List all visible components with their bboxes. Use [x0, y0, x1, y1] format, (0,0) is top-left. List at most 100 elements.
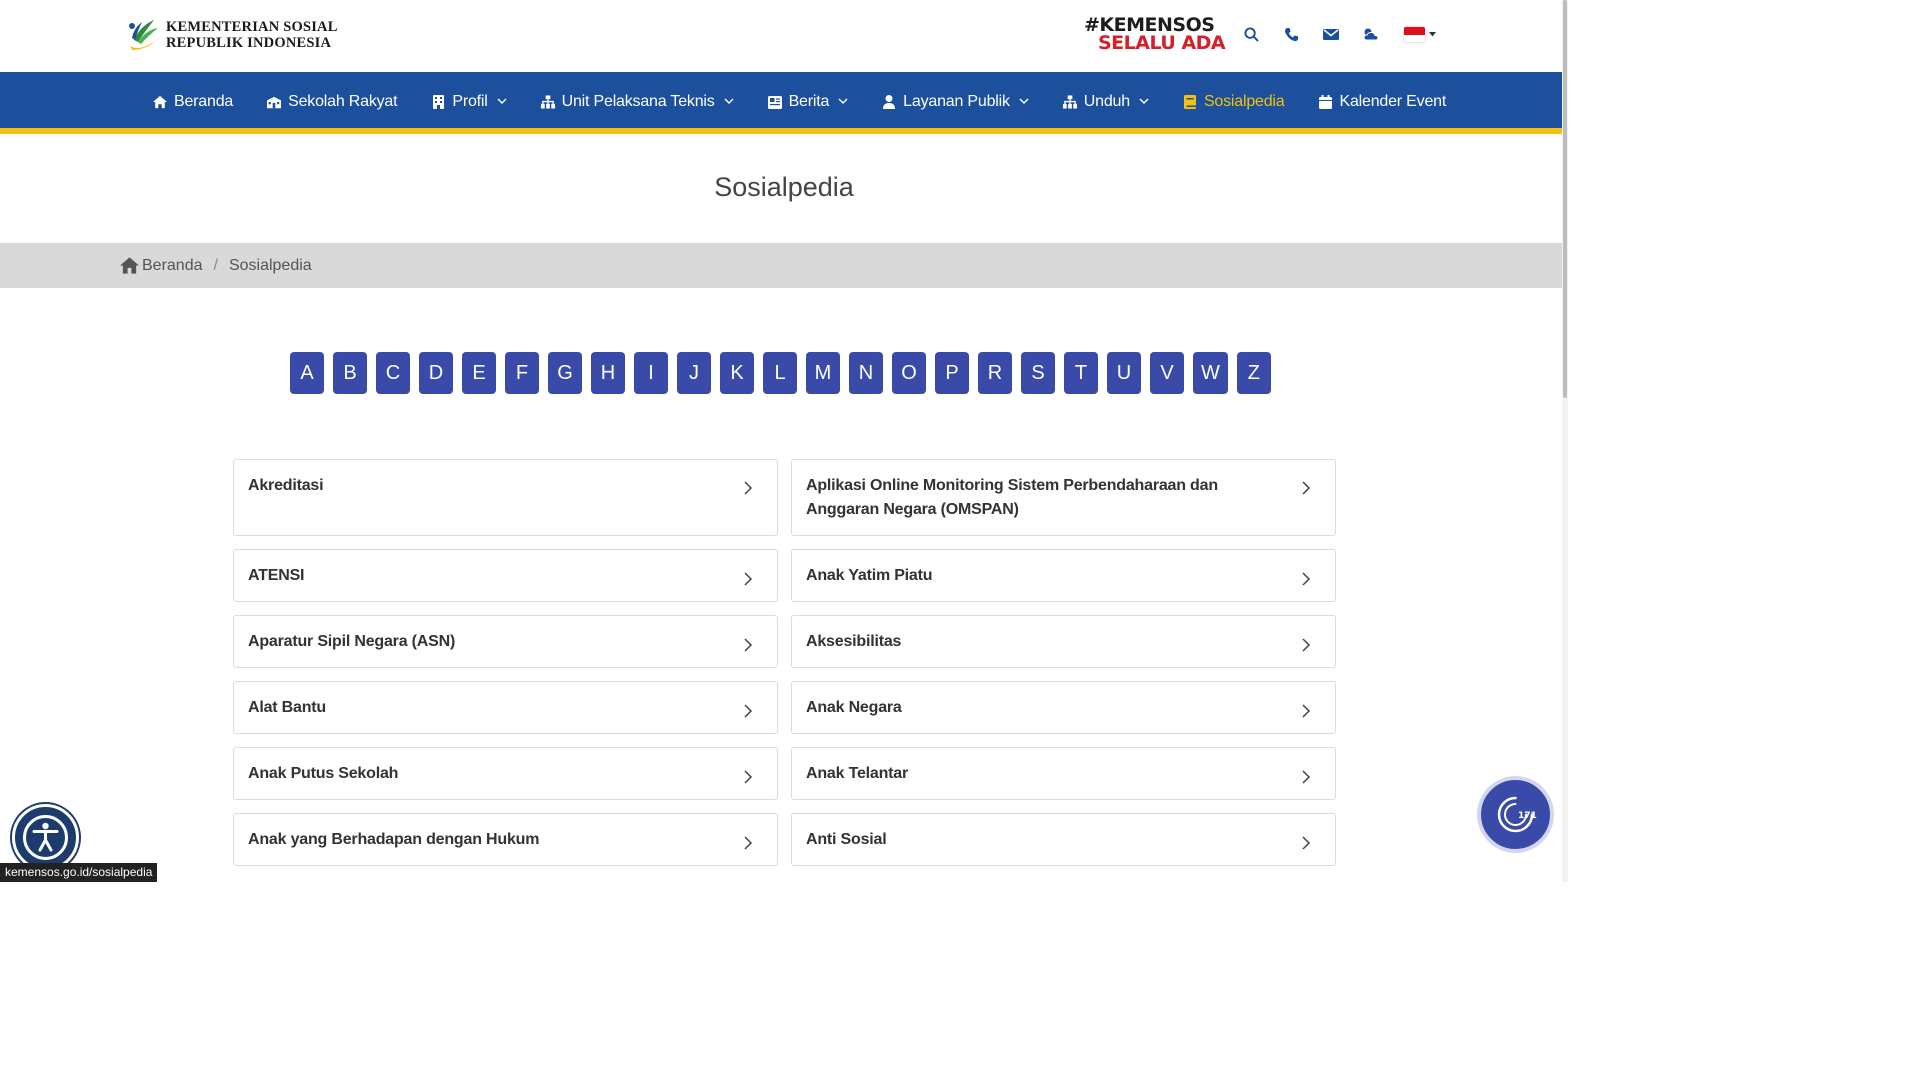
alphabet-button-n[interactable]: N [849, 352, 883, 394]
alphabet-button-r[interactable]: R [978, 352, 1012, 394]
main-nav: Beranda Sekolah Rakyat Profil Unit Pelaksan… [0, 72, 1568, 134]
alphabet-button-i[interactable]: I [634, 352, 668, 394]
alphabet-button-f[interactable]: F [505, 352, 539, 394]
entry-title: Anti Sosial [806, 831, 887, 848]
alphabet-button-a[interactable]: A [290, 352, 324, 394]
accessibility-icon [23, 815, 68, 860]
alphabet-button-h[interactable]: H [591, 352, 625, 394]
nav-item-label: Berita [788, 93, 830, 110]
nav-item-label: Layanan Publik [903, 93, 1010, 110]
alphabet-button-e[interactable]: E [462, 352, 496, 394]
alphabet-button-j[interactable]: J [677, 352, 711, 394]
language-selector[interactable] [1404, 27, 1436, 42]
building-icon [431, 95, 445, 109]
sosialpedia-entry-card[interactable]: Anak yang Berhadapan dengan Hukum [233, 813, 778, 866]
flag-id-icon [1404, 27, 1425, 42]
entry-title: Anak yang Berhadapan dengan Hukum [248, 831, 540, 848]
breadcrumb-home-link[interactable]: Beranda [142, 257, 203, 275]
svg-text:171: 171 [1518, 811, 1537, 821]
phone-icon[interactable] [1282, 25, 1300, 43]
nav-item-unduh[interactable]: Unduh [1062, 93, 1149, 111]
sosialpedia-entry-card[interactable]: Anak Yatim Piatu [791, 549, 1336, 602]
chevron-down-icon [1017, 93, 1029, 111]
nav-item-kalender-event[interactable]: Kalender Event [1318, 93, 1446, 111]
nav-item-layanan-publik[interactable]: Layanan Publik [882, 93, 1029, 111]
header-icons [1242, 25, 1380, 43]
sosialpedia-entry-card[interactable]: Anak Putus Sekolah [233, 747, 778, 800]
sosialpedia-entry-card[interactable]: ATENSI [233, 549, 778, 602]
alphabet-button-t[interactable]: T [1064, 352, 1098, 394]
alphabet-button-p[interactable]: P [935, 352, 969, 394]
alphabet-button-b[interactable]: B [333, 352, 367, 394]
sosialpedia-entry-card[interactable]: Anak Telantar [791, 747, 1336, 800]
alphabet-filter: ABCDEFGHIJKLMNOPRSTUVWZ [290, 352, 1271, 394]
entry-title: ATENSI [248, 567, 305, 584]
kemensos-logo-icon [126, 16, 160, 54]
entry-title: Aplikasi Online Monitoring Sistem Perben… [806, 477, 1218, 518]
chevron-right-icon [1301, 770, 1311, 784]
sosialpedia-entry-card[interactable]: Alat Bantu [233, 681, 778, 734]
search-icon[interactable] [1242, 25, 1260, 43]
hashtag-logo: #KEMENSOS SELALU ADA [1084, 16, 1226, 54]
chevron-right-icon [743, 481, 753, 495]
status-bar-url: kemensos.go.id/sosialpedia [0, 863, 158, 882]
alphabet-button-u[interactable]: U [1107, 352, 1141, 394]
hashtag-line2: SELALU ADA [1098, 32, 1226, 54]
scrollbar-thumb[interactable] [1563, 0, 1567, 398]
sosialpedia-entry-card[interactable]: Aplikasi Online Monitoring Sistem Perben… [791, 459, 1336, 536]
sosialpedia-entry-card[interactable]: Anti Sosial [791, 813, 1336, 866]
contact-center-button[interactable]: 171 [1477, 776, 1554, 853]
accessibility-button[interactable] [12, 804, 79, 871]
breadcrumb-separator: / [213, 256, 218, 274]
entry-title: Anak Yatim Piatu [806, 567, 933, 584]
home-icon [120, 257, 139, 274]
sitemap-icon [1062, 95, 1077, 109]
entry-title: Anak Negara [806, 699, 902, 716]
nav-item-label: Unit Pelaksana Teknis [561, 93, 715, 110]
chevron-right-icon [743, 770, 753, 784]
alphabet-button-w[interactable]: W [1193, 352, 1228, 394]
nav-item-berita[interactable]: Berita [767, 93, 849, 111]
nav-item-sekolah-rakyat[interactable]: Sekolah Rakyat [267, 93, 398, 111]
sosialpedia-entry-card[interactable]: Anak Negara [791, 681, 1336, 734]
home-icon [153, 95, 167, 109]
newspaper-icon [767, 95, 782, 109]
sosialpedia-entry-card[interactable]: Aparatur Sipil Negara (ASN) [233, 615, 778, 668]
nav-item-unit-pelaksana-teknis[interactable]: Unit Pelaksana Teknis [540, 93, 734, 111]
alphabet-button-z[interactable]: Z [1236, 352, 1271, 394]
nav-item-beranda[interactable]: Beranda [153, 93, 233, 111]
weather-icon[interactable] [1362, 25, 1380, 43]
chevron-right-icon [1301, 572, 1311, 586]
chevron-down-icon [722, 93, 734, 111]
page-title: Sosialpedia [714, 172, 854, 202]
nav-item-label: Sekolah Rakyat [288, 93, 398, 110]
chevron-right-icon [1301, 481, 1311, 495]
alphabet-button-m[interactable]: M [806, 352, 840, 394]
entry-title: Aksesibilitas [806, 633, 902, 650]
alphabet-button-v[interactable]: V [1150, 352, 1184, 394]
top-header: KEMENTERIAN SOSIAL REPUBLIK INDONESIA #K… [0, 0, 1568, 72]
chevron-right-icon [1301, 704, 1311, 718]
nav-item-sosialpedia[interactable]: Sosialpedia [1183, 93, 1285, 111]
alphabet-button-c[interactable]: C [376, 352, 410, 394]
alphabet-button-k[interactable]: K [720, 352, 754, 394]
chevron-right-icon [743, 836, 753, 850]
book-icon [1183, 95, 1197, 109]
mail-icon[interactable] [1322, 25, 1340, 43]
alphabet-button-l[interactable]: L [763, 352, 797, 394]
chevron-right-icon [743, 572, 753, 586]
sosialpedia-entry-card[interactable]: Akreditasi [233, 459, 778, 536]
chevron-down-icon [836, 93, 848, 111]
sosialpedia-entry-card[interactable]: Aksesibilitas [791, 615, 1336, 668]
alphabet-button-g[interactable]: G [548, 352, 582, 394]
site-logo[interactable]: KEMENTERIAN SOSIAL REPUBLIK INDONESIA [126, 16, 338, 54]
school-icon [267, 95, 282, 109]
chevron-down-icon [495, 93, 507, 111]
nav-item-profil[interactable]: Profil [431, 93, 507, 111]
alphabet-button-s[interactable]: S [1021, 352, 1055, 394]
alphabet-button-d[interactable]: D [419, 352, 453, 394]
logo-text: KEMENTERIAN SOSIAL REPUBLIK INDONESIA [166, 19, 338, 51]
alphabet-button-o[interactable]: O [892, 352, 926, 394]
user-icon [882, 95, 896, 109]
calendar-icon [1318, 95, 1332, 109]
